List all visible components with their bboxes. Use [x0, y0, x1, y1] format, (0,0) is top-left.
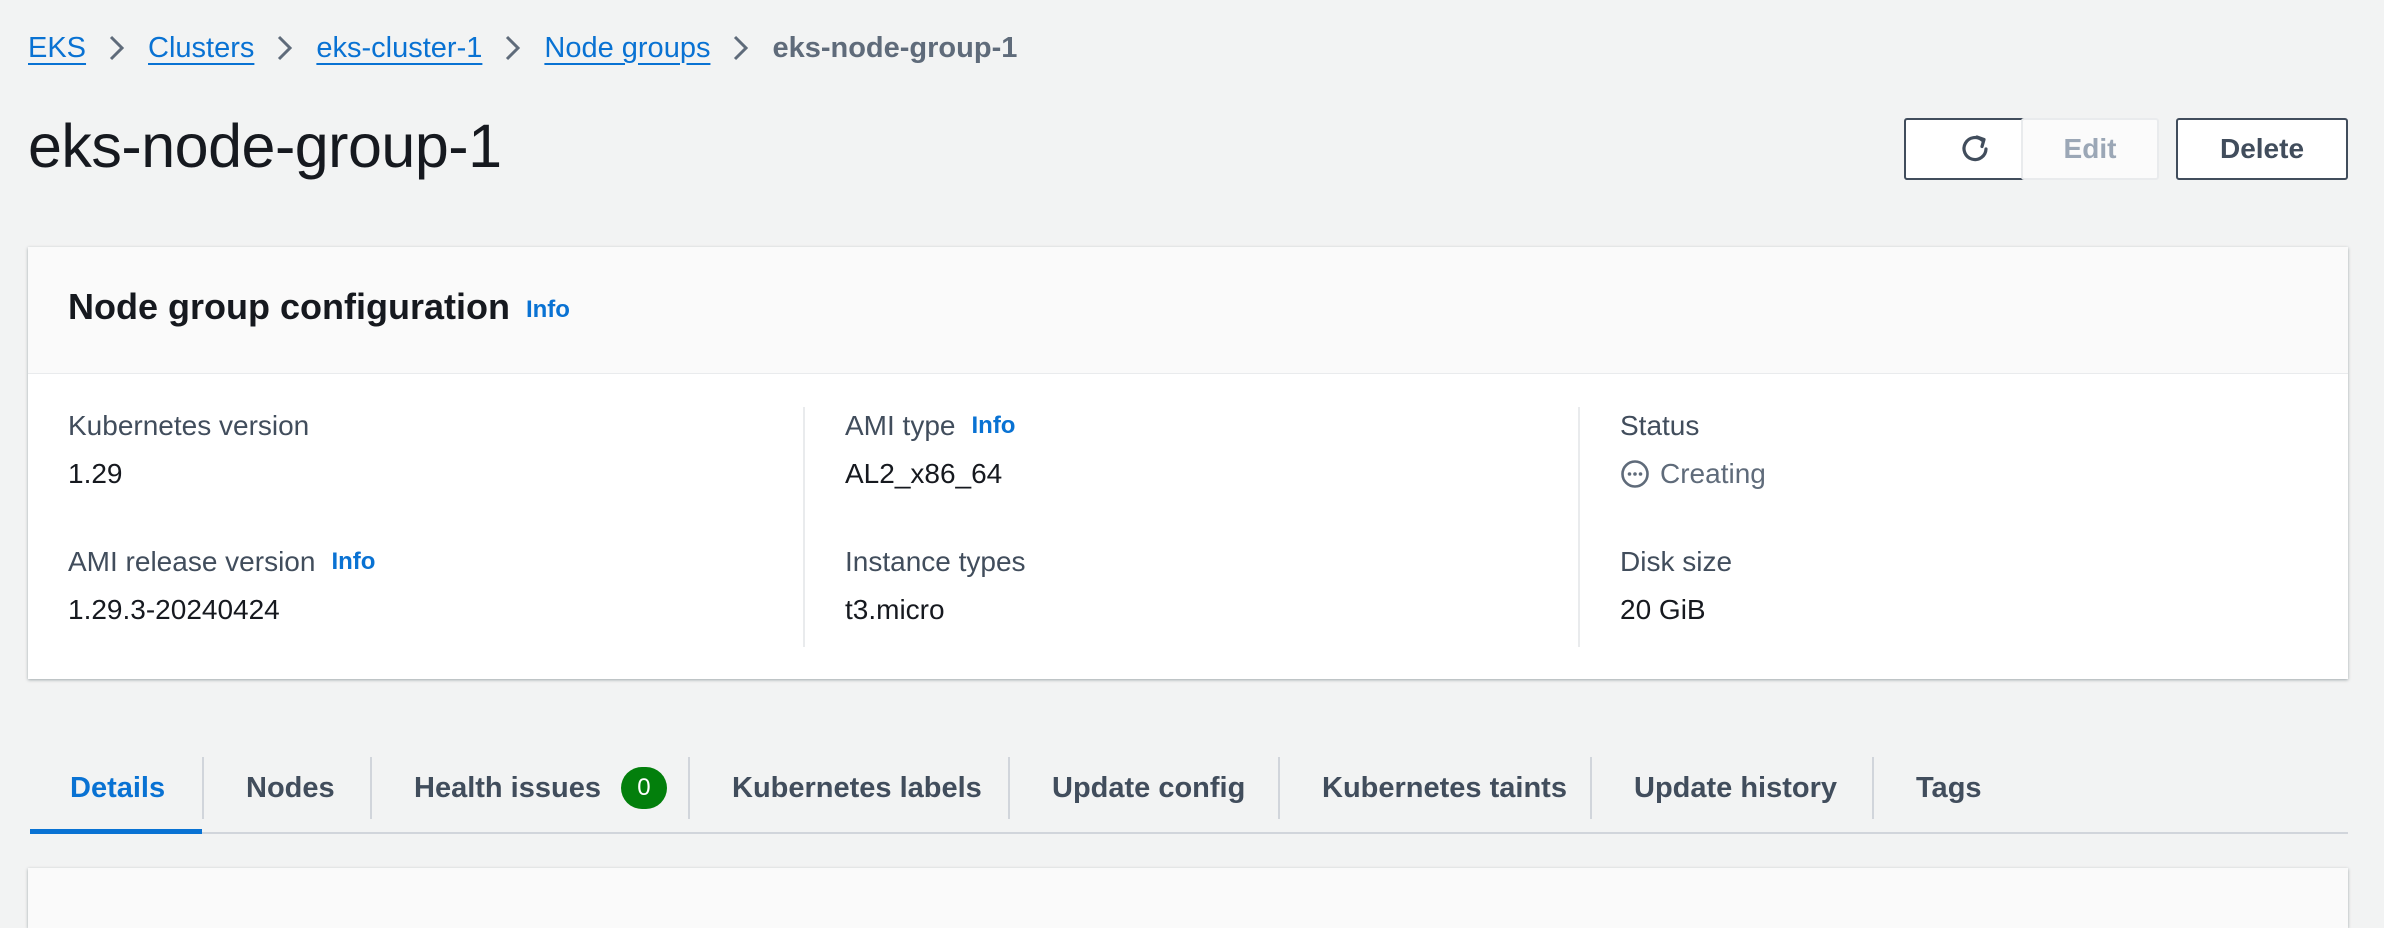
ami-release-version-info-link[interactable]: Info: [331, 548, 375, 576]
tab-kubernetes-taints-label: Kubernetes taints: [1322, 771, 1567, 804]
breadcrumb-link-clusters[interactable]: Clusters: [148, 32, 254, 65]
tab-kubernetes-taints[interactable]: Kubernetes taints: [1280, 744, 1590, 832]
tab-nodes-label: Nodes: [246, 771, 335, 804]
details-panel: [28, 868, 2348, 928]
tab-kubernetes-labels[interactable]: Kubernetes labels: [690, 744, 1008, 832]
ami-release-version-label: AMI release version: [68, 546, 316, 577]
instance-types-field: Instance types t3.micro: [845, 543, 1026, 629]
info-link[interactable]: Info: [526, 296, 570, 324]
config-column-2: AMI type Info AL2_x86_64 Instance types …: [803, 407, 1578, 647]
node-group-configuration-panel: Node group configuration Info Kubernetes…: [28, 247, 2348, 679]
config-column-1: Kubernetes version 1.29 AMI release vers…: [28, 407, 803, 647]
ami-type-value: AL2_x86_64: [845, 458, 1003, 489]
chevron-right-icon: [710, 34, 772, 62]
chevron-right-icon: [482, 34, 544, 62]
panel-title: Node group configuration: [68, 286, 510, 327]
tab-tags-label: Tags: [1916, 771, 1982, 804]
chevron-right-icon: [254, 34, 316, 62]
health-issues-count-badge: 0: [620, 767, 667, 809]
disk-size-label: Disk size: [1620, 546, 1733, 577]
delete-button[interactable]: Delete: [2176, 118, 2348, 180]
ami-type-label-row: AMI type Info: [845, 407, 1015, 445]
kubernetes-version-value: 1.29: [68, 458, 123, 489]
tab-details[interactable]: Details: [30, 744, 202, 834]
kubernetes-version-label: Kubernetes version: [68, 410, 310, 441]
tab-update-config-label: Update config: [1052, 771, 1246, 804]
tab-health-issues-label: Health issues: [414, 771, 601, 804]
refresh-icon: [1957, 131, 1993, 167]
status-field: Status Creating: [1620, 407, 1766, 493]
breadcrumb-link-eks[interactable]: EKS: [28, 32, 86, 65]
edit-button[interactable]: Edit: [2021, 118, 2159, 180]
pending-icon: [1620, 459, 1650, 489]
tab-list: Details Nodes Health issues 0 Kubernetes…: [30, 744, 2348, 834]
ami-type-info-link[interactable]: Info: [971, 412, 1015, 440]
breadcrumb-link-node-groups[interactable]: Node groups: [544, 32, 710, 65]
tab-details-label: Details: [70, 771, 166, 804]
ami-release-version-value: 1.29.3-20240424: [68, 594, 280, 625]
disk-size-value: 20 GiB: [1620, 594, 1706, 625]
tab-update-history[interactable]: Update history: [1592, 744, 1872, 832]
tab-update-config[interactable]: Update config: [1010, 744, 1278, 832]
chevron-right-icon: [86, 34, 148, 62]
tab-update-history-label: Update history: [1634, 771, 1838, 804]
status-value: Creating: [1660, 458, 1766, 489]
status-label: Status: [1620, 410, 1700, 441]
status-value-row: Creating: [1620, 455, 1766, 493]
ami-type-field: AMI type Info AL2_x86_64: [845, 407, 1015, 493]
ami-type-label: AMI type: [845, 410, 956, 441]
page-title: eks-node-group-1: [28, 112, 502, 180]
tab-nodes[interactable]: Nodes: [204, 744, 370, 832]
instance-types-label: Instance types: [845, 546, 1026, 577]
ami-release-version-label-row: AMI release version Info: [68, 543, 375, 581]
panel-header: Node group configuration Info: [28, 247, 2348, 374]
config-column-3: Status Creating Disk size 20 GiB: [1578, 407, 2353, 647]
disk-size-field: Disk size 20 GiB: [1620, 543, 1732, 629]
kubernetes-version-field: Kubernetes version 1.29: [68, 407, 309, 493]
tab-health-issues[interactable]: Health issues 0: [372, 744, 688, 832]
instance-types-value: t3.micro: [845, 594, 945, 625]
ami-release-version-field: AMI release version Info 1.29.3-20240424: [68, 543, 375, 629]
breadcrumb: EKS Clusters eks-cluster-1 Node groups e…: [28, 28, 1017, 68]
tab-tags[interactable]: Tags: [1874, 744, 2014, 832]
breadcrumb-link-cluster[interactable]: eks-cluster-1: [316, 32, 482, 65]
breadcrumb-current: eks-node-group-1: [772, 31, 1018, 64]
tab-kubernetes-labels-label: Kubernetes labels: [732, 771, 982, 804]
